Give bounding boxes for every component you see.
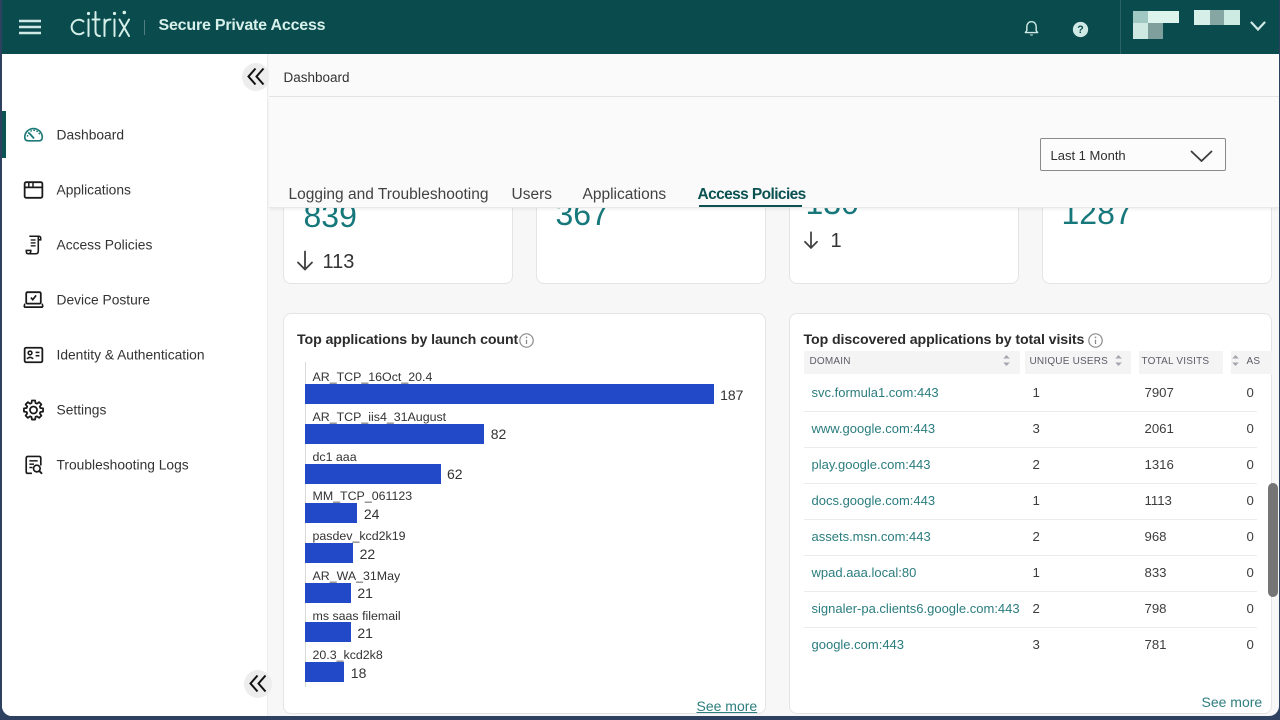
svg-text:?: ? <box>1077 24 1083 36</box>
